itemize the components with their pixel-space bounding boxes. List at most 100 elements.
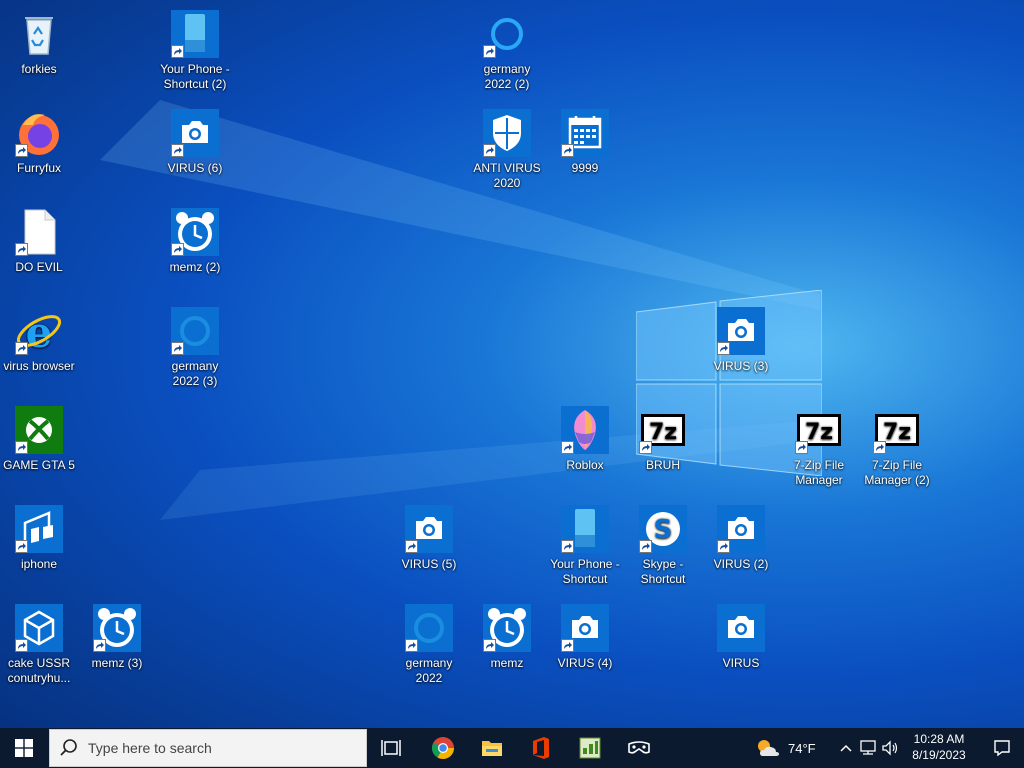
chrome-icon (432, 737, 454, 759)
desktop-icon-germany-2022[interactable]: germany 2022 (390, 598, 468, 686)
svg-text:S: S (654, 515, 673, 545)
shortcut-arrow-icon (483, 144, 496, 157)
taskbar: 74°F 10:28 AM 8/19/2023 (0, 728, 1024, 768)
icon-label: iphone (20, 557, 58, 571)
desktop-icon-bruh[interactable]: 7z BRUH (624, 400, 702, 473)
volume-icon[interactable] (880, 739, 900, 757)
desktop-icon-roblox[interactable]: Roblox (546, 400, 624, 473)
desktop-icon-your-phone-shortcut[interactable]: Your Phone - Shortcut (546, 499, 624, 587)
icon-label: VIRUS (6) (167, 161, 223, 175)
icon-label: VIRUS (4) (557, 656, 613, 670)
svg-text:7z: 7z (649, 420, 677, 445)
shortcut-arrow-icon (717, 342, 730, 355)
clock-date: 8/19/2023 (912, 748, 966, 762)
desktop-icon-virus-browser[interactable]: e virus browser (0, 301, 78, 374)
shortcut-arrow-icon (561, 540, 574, 553)
icon-label: memz (3) (91, 656, 143, 670)
shortcut-arrow-icon (873, 441, 886, 454)
chevron-up-icon[interactable] (838, 740, 854, 756)
shortcut-arrow-icon (483, 45, 496, 58)
taskbar-search-box[interactable] (49, 729, 367, 767)
desktop-icon-virus-4[interactable]: VIRUS (4) (546, 598, 624, 671)
desktop-icon-your-phone-shortcut-2[interactable]: Your Phone - Shortcut (2) (156, 4, 234, 92)
mixed-reality-icon (628, 741, 650, 754)
desktop-icon-germany-2022-3[interactable]: germany 2022 (3) (156, 301, 234, 389)
shortcut-arrow-icon (405, 639, 418, 652)
icon-label: germany 2022 (3) (171, 359, 219, 388)
icon-label: BRUH (645, 458, 680, 472)
icon-label: virus browser (3, 359, 75, 373)
icon-label: forkies (21, 62, 57, 76)
desktop-icon-virus-6[interactable]: VIRUS (6) (156, 103, 234, 176)
desktop-icon-iphone[interactable]: iphone (0, 499, 78, 572)
shortcut-arrow-icon (15, 540, 28, 553)
shortcut-arrow-icon (171, 144, 184, 157)
desktop-icon-memz-3[interactable]: memz (3) (78, 598, 156, 671)
shortcut-arrow-icon (171, 342, 184, 355)
start-button[interactable] (0, 728, 48, 768)
icon-label: VIRUS (3) (713, 359, 769, 373)
file-explorer-icon (482, 741, 502, 756)
icon-label: 7-Zip File Manager (2) (864, 458, 930, 487)
shortcut-arrow-icon (93, 639, 106, 652)
desktop-icon-virus-2[interactable]: VIRUS (2) (702, 499, 780, 572)
network-icon[interactable] (858, 739, 878, 757)
office-icon (533, 737, 549, 759)
desktop-icon-game-gta-5[interactable]: GAME GTA 5 (0, 400, 78, 473)
windows-logo-icon (15, 739, 33, 757)
search-input[interactable] (86, 739, 350, 757)
desktop-icon-virus-5[interactable]: VIRUS (5) (390, 499, 468, 572)
task-view-button[interactable] (368, 728, 416, 768)
icon-label: ANTI VIRUS 2020 (473, 161, 541, 190)
search-icon (60, 739, 77, 756)
svg-text:e: e (26, 308, 53, 355)
taskbar-green-app[interactable] (566, 728, 614, 768)
icon-label: 9999 (571, 161, 599, 175)
weather-temperature: 74°F (788, 740, 816, 756)
icon-label: germany 2022 (405, 656, 453, 685)
shortcut-arrow-icon (15, 441, 28, 454)
desktop-icon-germany-2022-2[interactable]: germany 2022 (2) (468, 4, 546, 92)
desktop-icon-virus-3[interactable]: VIRUS (3) (702, 301, 780, 374)
shortcut-arrow-icon (483, 639, 496, 652)
icon-label: Your Phone - Shortcut (2) (160, 62, 230, 91)
desktop-icon-virus[interactable]: VIRUS (702, 598, 780, 671)
desktop-icon-cake-ussr[interactable]: cake USSR conutryhu... (0, 598, 78, 686)
desktop-icon-skype-shortcut[interactable]: S Skype - Shortcut (624, 499, 702, 587)
desktop-icon-do-evil[interactable]: DO EVIL (0, 202, 78, 275)
icon-label: Skype - Shortcut (640, 557, 686, 586)
shortcut-arrow-icon (561, 441, 574, 454)
taskbar-mixed-reality[interactable] (615, 728, 663, 768)
taskbar-file-explorer[interactable] (468, 728, 516, 768)
task-view-icon (381, 740, 401, 756)
shortcut-arrow-icon (561, 144, 574, 157)
desktop-icon-furryfux[interactable]: Furryfux (0, 103, 78, 176)
weather-widget[interactable]: 74°F (754, 728, 816, 768)
desktop-icon-forkies[interactable]: forkies (0, 4, 78, 77)
desktop-icon-7zip-file-manager[interactable]: 7z 7-Zip File Manager (780, 400, 858, 488)
taskbar-chrome[interactable] (419, 728, 467, 768)
desktop-icon-7zip-file-manager-2[interactable]: 7z 7-Zip File Manager (2) (858, 400, 936, 488)
desktop-icon-9999[interactable]: 9999 (546, 103, 624, 176)
shortcut-arrow-icon (717, 540, 730, 553)
taskbar-office[interactable] (517, 728, 565, 768)
desktop-icon-anti-virus-2020[interactable]: ANTI VIRUS 2020 (468, 103, 546, 191)
icon-label: germany 2022 (2) (483, 62, 531, 91)
camera-icon (717, 604, 765, 652)
shortcut-arrow-icon (561, 639, 574, 652)
icon-label: memz (490, 656, 524, 670)
taskbar-clock[interactable]: 10:28 AM 8/19/2023 (904, 731, 974, 763)
notifications-button[interactable] (980, 728, 1024, 768)
desktop-icon-memz[interactable]: memz (468, 598, 546, 671)
icon-label: Furryfux (16, 161, 61, 175)
icon-label: VIRUS (722, 656, 760, 670)
shortcut-arrow-icon (15, 639, 28, 652)
icon-label: DO EVIL (15, 260, 63, 274)
shortcut-arrow-icon (639, 441, 652, 454)
desktop-icon-memz-2[interactable]: memz (2) (156, 202, 234, 275)
svg-text:7z: 7z (805, 420, 833, 445)
recycle-bin-icon (25, 17, 53, 55)
svg-text:7z: 7z (883, 420, 911, 445)
shortcut-arrow-icon (639, 540, 652, 553)
icon-label: memz (2) (169, 260, 221, 274)
